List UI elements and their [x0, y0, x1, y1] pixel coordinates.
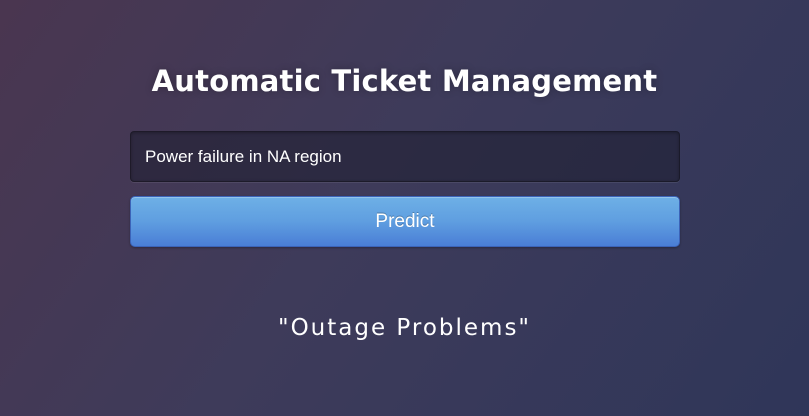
prediction-result: "Outage Problems": [277, 315, 532, 341]
predict-button[interactable]: Predict: [130, 196, 680, 247]
page-title: Automatic Ticket Management: [151, 64, 658, 98]
ticket-description-input[interactable]: [130, 131, 680, 182]
